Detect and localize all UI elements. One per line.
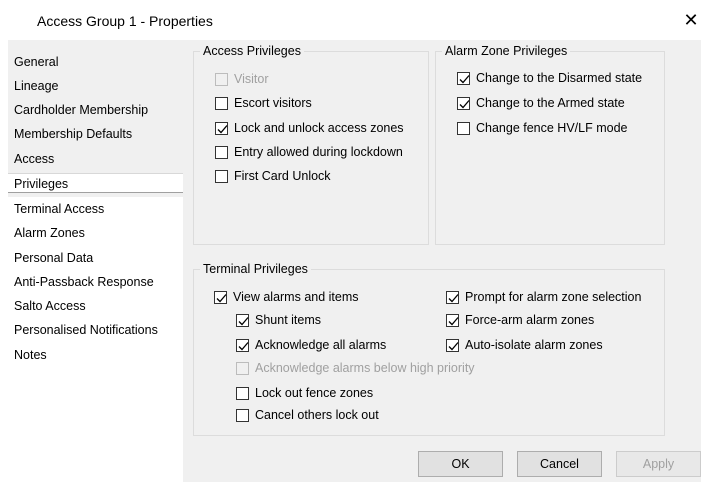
checkmark-icon xyxy=(459,99,470,108)
force-arm-alarm-zones-checkbox[interactable]: Force-arm alarm zones xyxy=(446,312,594,328)
alarm-zone-privileges-title: Alarm Zone Privileges xyxy=(442,44,571,58)
prompt-alarm-zone-selection-checkbox[interactable]: Prompt for alarm zone selection xyxy=(446,289,641,305)
title-bar: Access Group 1 - Properties ✕ xyxy=(0,0,701,40)
checkmark-icon xyxy=(459,74,470,83)
view-alarms-items-checkbox[interactable]: View alarms and items xyxy=(214,289,359,305)
checkbox-label: Cancel others lock out xyxy=(255,408,379,422)
checkbox-label: Entry allowed during lockdown xyxy=(234,145,403,159)
window-title: Access Group 1 - Properties xyxy=(37,13,213,29)
nav-item-privileges[interactable]: Privileges xyxy=(8,173,183,193)
nav-item-general[interactable]: General xyxy=(14,52,58,72)
checkbox-box xyxy=(236,408,249,422)
checkbox-box xyxy=(457,71,470,85)
checkmark-icon xyxy=(217,124,228,133)
checkbox-box xyxy=(215,96,228,110)
checkbox-box xyxy=(446,290,459,304)
change-to-disarmed-checkbox[interactable]: Change to the Disarmed state xyxy=(457,70,642,86)
checkbox-label: View alarms and items xyxy=(233,290,359,304)
checkbox-box xyxy=(457,96,470,110)
nav-item-salto-access[interactable]: Salto Access xyxy=(14,296,86,316)
nav-item-terminal-access[interactable]: Terminal Access xyxy=(14,199,104,219)
nav-item-lineage[interactable]: Lineage xyxy=(14,76,59,96)
nav-item-alarm-zones[interactable]: Alarm Zones xyxy=(14,223,85,243)
checkbox-label: Visitor xyxy=(234,72,269,86)
nav-item-membership-defaults[interactable]: Membership Defaults xyxy=(14,124,132,144)
checkbox-label: Acknowledge alarms below high priority xyxy=(255,361,475,375)
checkbox-box xyxy=(214,290,227,304)
terminal-privileges-title: Terminal Privileges xyxy=(200,262,311,276)
acknowledge-below-high-checkbox: Acknowledge alarms below high priority xyxy=(236,360,475,376)
checkbox-label: Auto-isolate alarm zones xyxy=(465,338,603,352)
checkbox-box xyxy=(215,121,228,135)
checkbox-label: Force-arm alarm zones xyxy=(465,313,595,327)
checkbox-label: Shunt items xyxy=(255,313,322,327)
acknowledge-all-alarms-checkbox[interactable]: Acknowledge all alarms xyxy=(236,337,386,353)
first-card-unlock-checkbox[interactable]: First Card Unlock xyxy=(215,168,331,184)
checkbox-label: Prompt for alarm zone selection xyxy=(465,290,642,304)
nav-item-access[interactable]: Access xyxy=(14,149,54,169)
nav-item-personal-data[interactable]: Personal Data xyxy=(14,248,93,268)
checkbox-label: Acknowledge all alarms xyxy=(255,338,387,352)
change-fence-mode-checkbox[interactable]: Change fence HV/LF mode xyxy=(457,120,627,136)
window-edge xyxy=(0,40,8,482)
auto-isolate-alarm-zones-checkbox[interactable]: Auto-isolate alarm zones xyxy=(446,337,603,353)
cancel-button[interactable]: Cancel xyxy=(517,451,602,477)
checkmark-icon xyxy=(238,341,249,350)
checkmark-icon xyxy=(448,316,459,325)
escort-visitors-checkbox[interactable]: Escort visitors xyxy=(215,95,312,111)
apply-button: Apply xyxy=(616,451,701,477)
checkbox-box xyxy=(215,145,228,159)
checkmark-icon xyxy=(448,293,459,302)
checkbox-box xyxy=(215,169,228,183)
nav-item-personalised-notifications[interactable]: Personalised Notifications xyxy=(14,320,158,340)
lock-unlock-access-zones-checkbox[interactable]: Lock and unlock access zones xyxy=(215,120,404,136)
nav-item-anti-passback-response[interactable]: Anti-Passback Response xyxy=(14,272,154,292)
checkmark-icon xyxy=(216,293,227,302)
checkbox-label: Escort visitors xyxy=(234,96,312,110)
checkbox-box xyxy=(446,338,459,352)
close-icon[interactable]: ✕ xyxy=(682,9,700,31)
checkbox-box xyxy=(236,361,249,375)
checkbox-label: Lock and unlock access zones xyxy=(234,121,404,135)
checkbox-box xyxy=(236,338,249,352)
shunt-items-checkbox[interactable]: Shunt items xyxy=(236,312,321,328)
checkbox-label: Change to the Disarmed state xyxy=(476,71,643,85)
checkbox-box xyxy=(236,386,249,400)
checkbox-box xyxy=(215,72,228,86)
ok-button[interactable]: OK xyxy=(418,451,503,477)
checkbox-label: Lock out fence zones xyxy=(255,386,374,400)
checkbox-label: First Card Unlock xyxy=(234,169,331,183)
nav-item-notes[interactable]: Notes xyxy=(14,345,47,365)
checkbox-label: Change to the Armed state xyxy=(476,96,625,110)
checkmark-icon xyxy=(238,316,249,325)
entry-allowed-lockdown-checkbox[interactable]: Entry allowed during lockdown xyxy=(215,144,403,160)
lock-out-fence-zones-checkbox[interactable]: Lock out fence zones xyxy=(236,385,373,401)
checkbox-box xyxy=(236,313,249,327)
cancel-others-lock-out-checkbox[interactable]: Cancel others lock out xyxy=(236,407,379,423)
visitor-checkbox: Visitor xyxy=(215,71,269,87)
checkbox-box xyxy=(457,121,470,135)
nav-item-cardholder-membership[interactable]: Cardholder Membership xyxy=(14,100,148,120)
checkbox-label: Change fence HV/LF mode xyxy=(476,121,628,135)
checkmark-icon xyxy=(448,341,459,350)
checkbox-box xyxy=(446,313,459,327)
change-to-armed-checkbox[interactable]: Change to the Armed state xyxy=(457,95,625,111)
access-privileges-title: Access Privileges xyxy=(200,44,304,58)
